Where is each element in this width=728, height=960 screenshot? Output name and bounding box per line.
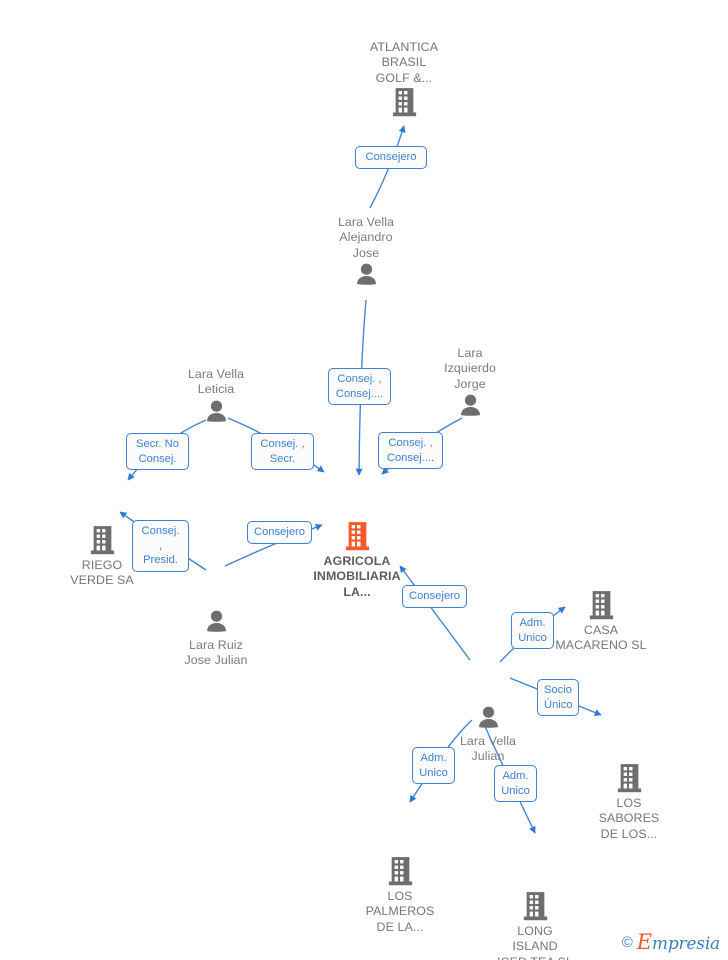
building-icon <box>344 87 464 118</box>
empresia-watermark: © Empresia <box>622 930 720 954</box>
building-icon <box>340 856 460 887</box>
edge-label-josejulian-to-agricola[interactable]: Consejero <box>247 521 312 544</box>
graph-node-casa_macareno[interactable]: CASA MACARENO SL <box>541 590 661 654</box>
node-label: AGRICOLA INMOBILIARIA LA... <box>313 554 401 599</box>
edge-label-julian-to-los_palmeros[interactable]: Adm. Unico <box>412 747 455 784</box>
building-icon <box>541 590 661 621</box>
building-icon <box>475 891 595 922</box>
person-icon <box>156 609 276 636</box>
node-label: Lara Vella Alejandro Jose <box>337 215 395 260</box>
empresia-logo-text: Empresia <box>637 930 720 954</box>
edge-label-josejulian-to-riego[interactable]: Consej. , Presid. <box>132 520 189 572</box>
building-icon <box>569 763 689 794</box>
node-label: LOS SABORES DE LOS... <box>598 796 660 841</box>
node-label: Lara Izquierdo Jorge <box>444 346 496 391</box>
node-label: LONG ISLAND ICED TEA SL <box>497 924 573 960</box>
node-label: LOS PALMEROS DE LA... <box>365 889 435 934</box>
edge-label-julian-to-los_sabores[interactable]: Socio Único <box>537 679 579 716</box>
brand-rest: mpresia <box>651 934 720 954</box>
node-label: Lara Vella Leticia <box>187 367 245 397</box>
edge-label-jorge-to-agricola[interactable]: Consej. , Consej.... <box>378 432 443 469</box>
brand-capital: E <box>636 930 652 954</box>
edge-label-julian-to-casa_macareno[interactable]: Adm. Unico <box>511 612 554 649</box>
graph-node-los_sabores[interactable]: LOS SABORES DE LOS... <box>569 763 689 842</box>
graph-node-jorge[interactable]: Lara Izquierdo Jorge <box>410 346 530 420</box>
relationship-graph-canvas: ATLANTICA BRASIL GOLF &... Lara Vella Ale… <box>0 0 728 960</box>
graph-node-atlantica[interactable]: ATLANTICA BRASIL GOLF &... <box>344 40 464 118</box>
graph-node-long_island[interactable]: LONG ISLAND ICED TEA SL <box>475 891 595 960</box>
graph-node-los_palmeros[interactable]: LOS PALMEROS DE LA... <box>340 856 460 935</box>
copyright-icon: © <box>621 933 633 951</box>
edge-label-alejandro-to-atlantica[interactable]: Consejero <box>355 146 427 169</box>
node-label: ATLANTICA BRASIL GOLF &... <box>369 40 439 85</box>
person-icon <box>428 705 548 732</box>
graph-node-leticia[interactable]: Lara Vella Leticia <box>156 367 276 426</box>
edge-label-julian-to-long_island[interactable]: Adm. Unico <box>494 765 537 802</box>
graph-node-agricola[interactable]: AGRICOLA INMOBILIARIA LA... <box>297 521 417 600</box>
edge-label-julian-to-agricola[interactable]: Consejero <box>402 585 467 608</box>
node-label: Lara Ruiz Jose Julian <box>184 638 248 668</box>
person-icon <box>410 393 530 420</box>
person-icon <box>306 262 426 289</box>
edge-label-leticia-to-agricola[interactable]: Consej. , Secr. <box>251 433 314 470</box>
person-icon <box>156 399 276 426</box>
node-label: CASA MACARENO SL <box>555 623 647 653</box>
graph-node-alejandro[interactable]: Lara Vella Alejandro Jose <box>306 215 426 289</box>
edge-label-alejandro-to-agricola[interactable]: Consej. , Consej.... <box>328 368 391 405</box>
edge-label-leticia-to-riego[interactable]: Secr. No Consej. <box>126 433 189 470</box>
graph-node-josejulian[interactable]: Lara Ruiz Jose Julian <box>156 609 276 669</box>
building-icon <box>297 521 417 552</box>
